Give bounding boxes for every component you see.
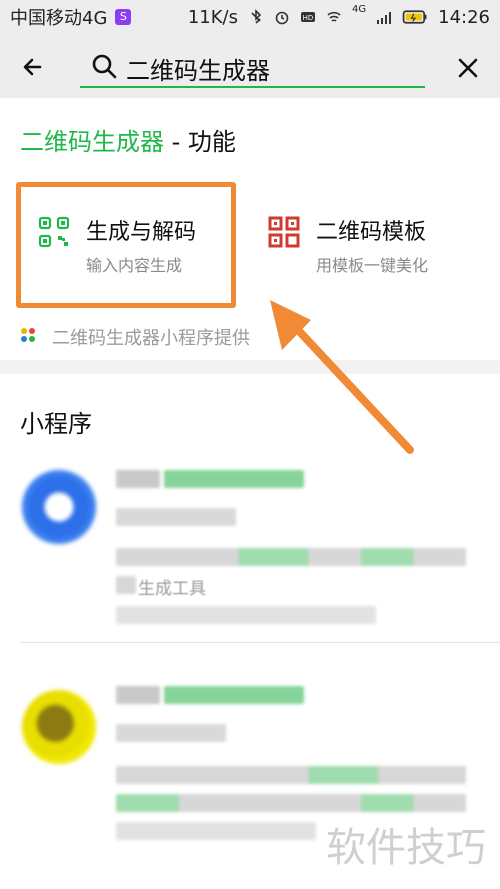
feature-title: 二维码模板 [316, 220, 427, 245]
hd-icon: HD [301, 12, 315, 22]
svg-text:HD: HD [303, 14, 314, 22]
blurred-title-green [164, 470, 304, 488]
wifi-icon [327, 11, 341, 22]
blurred-desc-3 [116, 606, 376, 624]
blurred-desc-1 [116, 548, 466, 566]
network-speed: 11K/s [187, 6, 238, 28]
blurred-subtitle [116, 508, 236, 526]
sim-icon: S [115, 9, 132, 25]
search-results: 二维码生成器 - 功能 生成与解码 输入内容生成 二维码模板 用模板一键美化 二… [0, 98, 500, 889]
blurred-desc-2 [116, 794, 466, 812]
mini-program-logo-icon [21, 328, 35, 342]
feature-section-title-accent: 二维码生成器 [20, 128, 164, 156]
bluetooth-off-icon [251, 9, 262, 24]
feature-subtitle: 用模板一键美化 [316, 256, 429, 275]
search-input[interactable]: 二维码生成器 [80, 46, 425, 88]
signal-icon [377, 12, 392, 24]
blurred-desc-1 [116, 766, 466, 784]
mini-programs-title: 小程序 [20, 410, 92, 438]
blurred-desc-2 [116, 576, 136, 594]
provider-line: 二维码生成器小程序提供 [20, 322, 250, 352]
blurred-desc-text: 生成工具 [138, 579, 206, 599]
status-bar: 中国移动4G S 11K/s HD 4G 14:26 [0, 0, 500, 34]
feature-section-title: 二维码生成器 - 功能 [20, 122, 236, 157]
blurred-title-green [164, 686, 304, 704]
feature-qr-template[interactable]: 二维码模板 用模板一键美化 [250, 186, 470, 306]
network-label: 4G [352, 3, 367, 15]
search-query: 二维码生成器 [126, 57, 270, 85]
row-divider [20, 642, 500, 643]
section-divider [0, 360, 500, 374]
blurred-title-gray [116, 686, 160, 704]
close-icon[interactable] [454, 54, 482, 82]
avatar [22, 690, 96, 764]
feature-section-title-suffix: - 功能 [164, 128, 236, 156]
clock-time: 14:26 [438, 6, 490, 28]
search-icon [92, 54, 117, 79]
status-right: 11K/s HD 4G 14:26 [187, 3, 490, 28]
back-arrow-icon[interactable] [18, 52, 48, 82]
avatar [22, 470, 96, 544]
highlight-box [16, 182, 236, 308]
blurred-desc-3 [116, 822, 316, 840]
battery-icon [402, 10, 427, 24]
qr-template-icon [268, 216, 300, 248]
watermark-text: 软件技巧 [326, 825, 486, 871]
blurred-subtitle [116, 724, 226, 742]
alarm-icon [275, 11, 289, 25]
carrier-text: 中国移动4G [10, 8, 108, 29]
search-header: 二维码生成器 [0, 34, 500, 98]
status-left: 中国移动4G S [10, 4, 132, 30]
provider-text: 二维码生成器小程序提供 [52, 328, 250, 349]
blurred-title-gray [116, 470, 160, 488]
mini-program-result[interactable]: 生成工具 [0, 452, 500, 643]
